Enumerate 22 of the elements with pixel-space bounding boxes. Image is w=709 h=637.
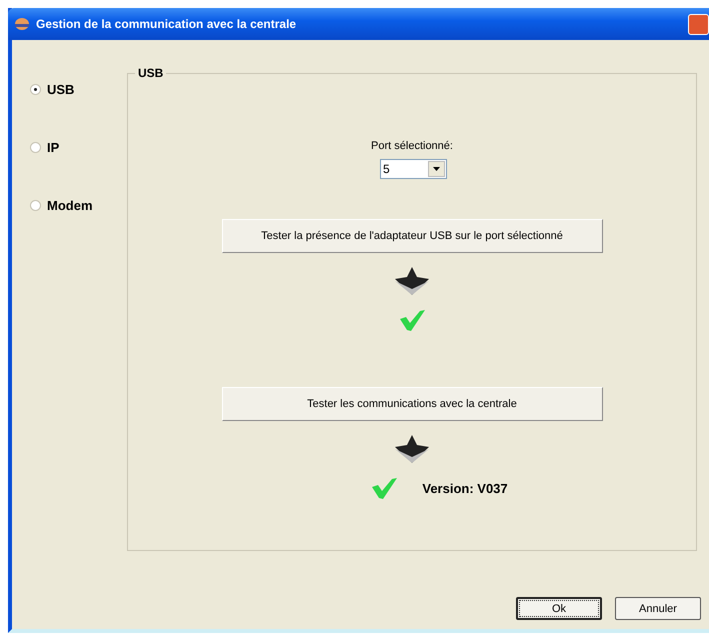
down-arrow-icon <box>395 435 429 463</box>
radio-option[interactable]: USB <box>30 82 127 97</box>
test-button[interactable]: Tester la présence de l'adaptateur USB sur le port sélectionné <box>222 219 602 253</box>
port-dropdown[interactable]: 5 <box>380 159 447 179</box>
check-icon <box>370 476 398 500</box>
close-button[interactable] <box>688 14 709 34</box>
radio-circle[interactable] <box>30 200 41 211</box>
cancel-button[interactable]: Annuler <box>615 597 701 620</box>
group-title: USB <box>135 66 166 80</box>
ok-button[interactable]: Ok <box>516 597 602 620</box>
port-label: Port sélectionné: <box>371 140 453 152</box>
radio-option[interactable]: IP <box>30 140 127 155</box>
caret-icon <box>433 167 440 171</box>
app-icon <box>14 17 30 31</box>
test-button[interactable]: Tester les communications avec la centrale <box>222 387 602 421</box>
down-arrow-icon <box>395 267 429 295</box>
radio-circle[interactable] <box>30 84 41 95</box>
radio-circle[interactable] <box>30 142 41 153</box>
window-title: Gestion de la communication avec la centrale <box>36 17 296 31</box>
radio-option[interactable]: Modem <box>30 198 127 213</box>
check-icon <box>398 308 426 332</box>
version-text: Version: V037 <box>422 480 508 496</box>
